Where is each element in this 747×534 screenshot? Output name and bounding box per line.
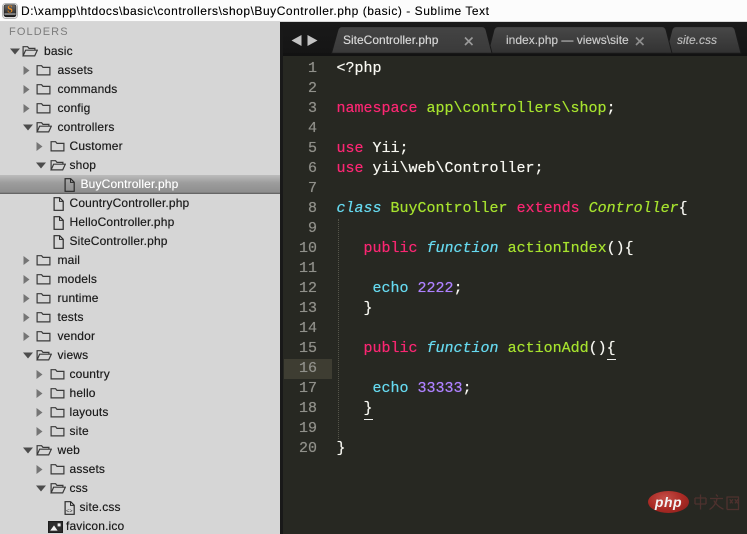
svg-text:S: S (7, 5, 13, 16)
svg-text:<>: <> (66, 507, 73, 514)
